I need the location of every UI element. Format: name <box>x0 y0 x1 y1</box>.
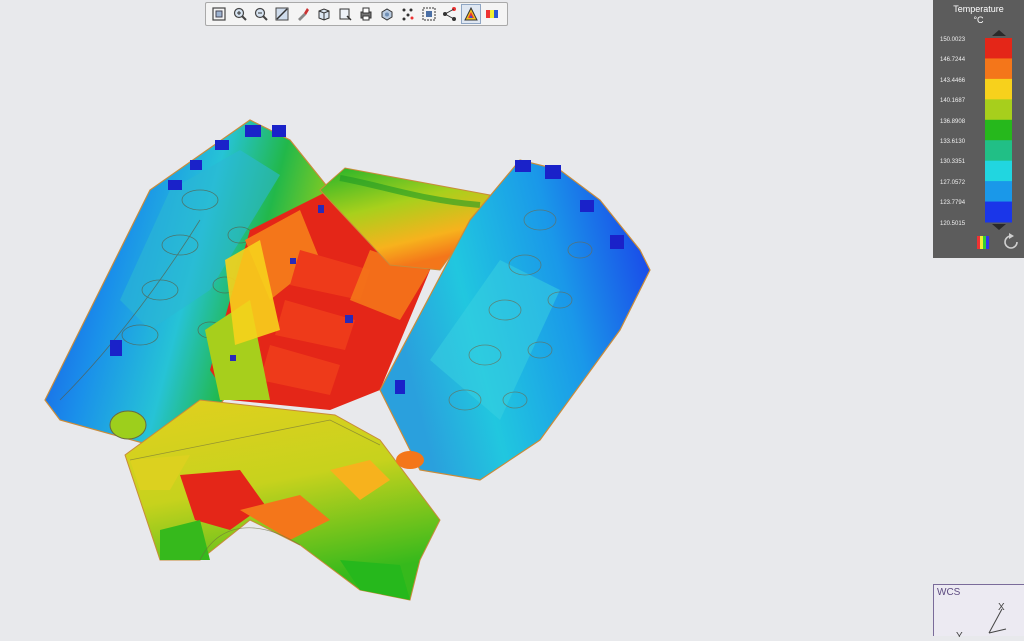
model-viewport[interactable] <box>0 28 930 636</box>
legend-color-band <box>985 181 1012 203</box>
legend-up-arrow-icon[interactable] <box>992 30 1006 36</box>
wcs-y-axis-label: Y <box>956 631 963 637</box>
pan-icon <box>298 8 309 21</box>
legend-color-band <box>985 140 1012 162</box>
network-icon <box>443 7 456 21</box>
engine-block-temperature-model[interactable] <box>0 28 930 636</box>
zoom-area-button[interactable] <box>272 4 292 24</box>
legend-icon <box>486 10 498 18</box>
front-lower-housing <box>109 399 441 601</box>
view-orientation-icon <box>339 8 352 21</box>
legend-color-band <box>985 58 1012 80</box>
legend-color-band <box>985 160 1012 182</box>
palette-icon[interactable] <box>977 236 989 249</box>
zoom-fit-button[interactable] <box>209 4 229 24</box>
contour-plot-icon <box>464 6 478 21</box>
legend-color-band <box>985 78 1012 100</box>
zoom-out-icon <box>254 7 268 21</box>
legend-color-band <box>985 38 1012 59</box>
print-icon <box>360 7 372 21</box>
section-button[interactable] <box>398 4 418 24</box>
axis-triad-icon: X Y <box>956 602 1007 637</box>
select-button[interactable] <box>419 4 439 24</box>
wcs-x-axis-label: X <box>998 602 1005 613</box>
zoom-out-button[interactable] <box>251 4 271 24</box>
zoom-fit-icon <box>212 7 226 21</box>
legend-color-bar <box>977 30 1018 249</box>
wcs-triad: WCS X Y <box>933 584 1024 637</box>
zoom-in-icon <box>233 7 247 21</box>
print-button[interactable] <box>356 4 376 24</box>
view-cube-icon <box>318 8 330 21</box>
contour-plot-button[interactable] <box>461 4 481 24</box>
zoom-area-icon <box>275 7 289 21</box>
render-style-icon <box>381 8 393 21</box>
render-style-button[interactable] <box>377 4 397 24</box>
zoom-in-button[interactable] <box>230 4 250 24</box>
view-toolbar <box>205 2 508 26</box>
legend-down-arrow-icon[interactable] <box>992 224 1006 230</box>
network-button[interactable] <box>440 4 460 24</box>
temperature-legend: Temperature °C 150.0023 146.7244 143.446… <box>933 0 1024 258</box>
view-cube-button[interactable] <box>314 4 334 24</box>
legend-color-band <box>985 119 1012 141</box>
legend-color-band <box>985 99 1012 121</box>
select-icon <box>422 7 436 21</box>
legend-button[interactable] <box>482 4 502 24</box>
pan-button[interactable] <box>293 4 313 24</box>
view-orientation-button[interactable] <box>335 4 355 24</box>
reset-legend-icon[interactable] <box>1004 233 1018 249</box>
section-icon <box>402 8 414 21</box>
legend-color-band <box>985 201 1012 223</box>
